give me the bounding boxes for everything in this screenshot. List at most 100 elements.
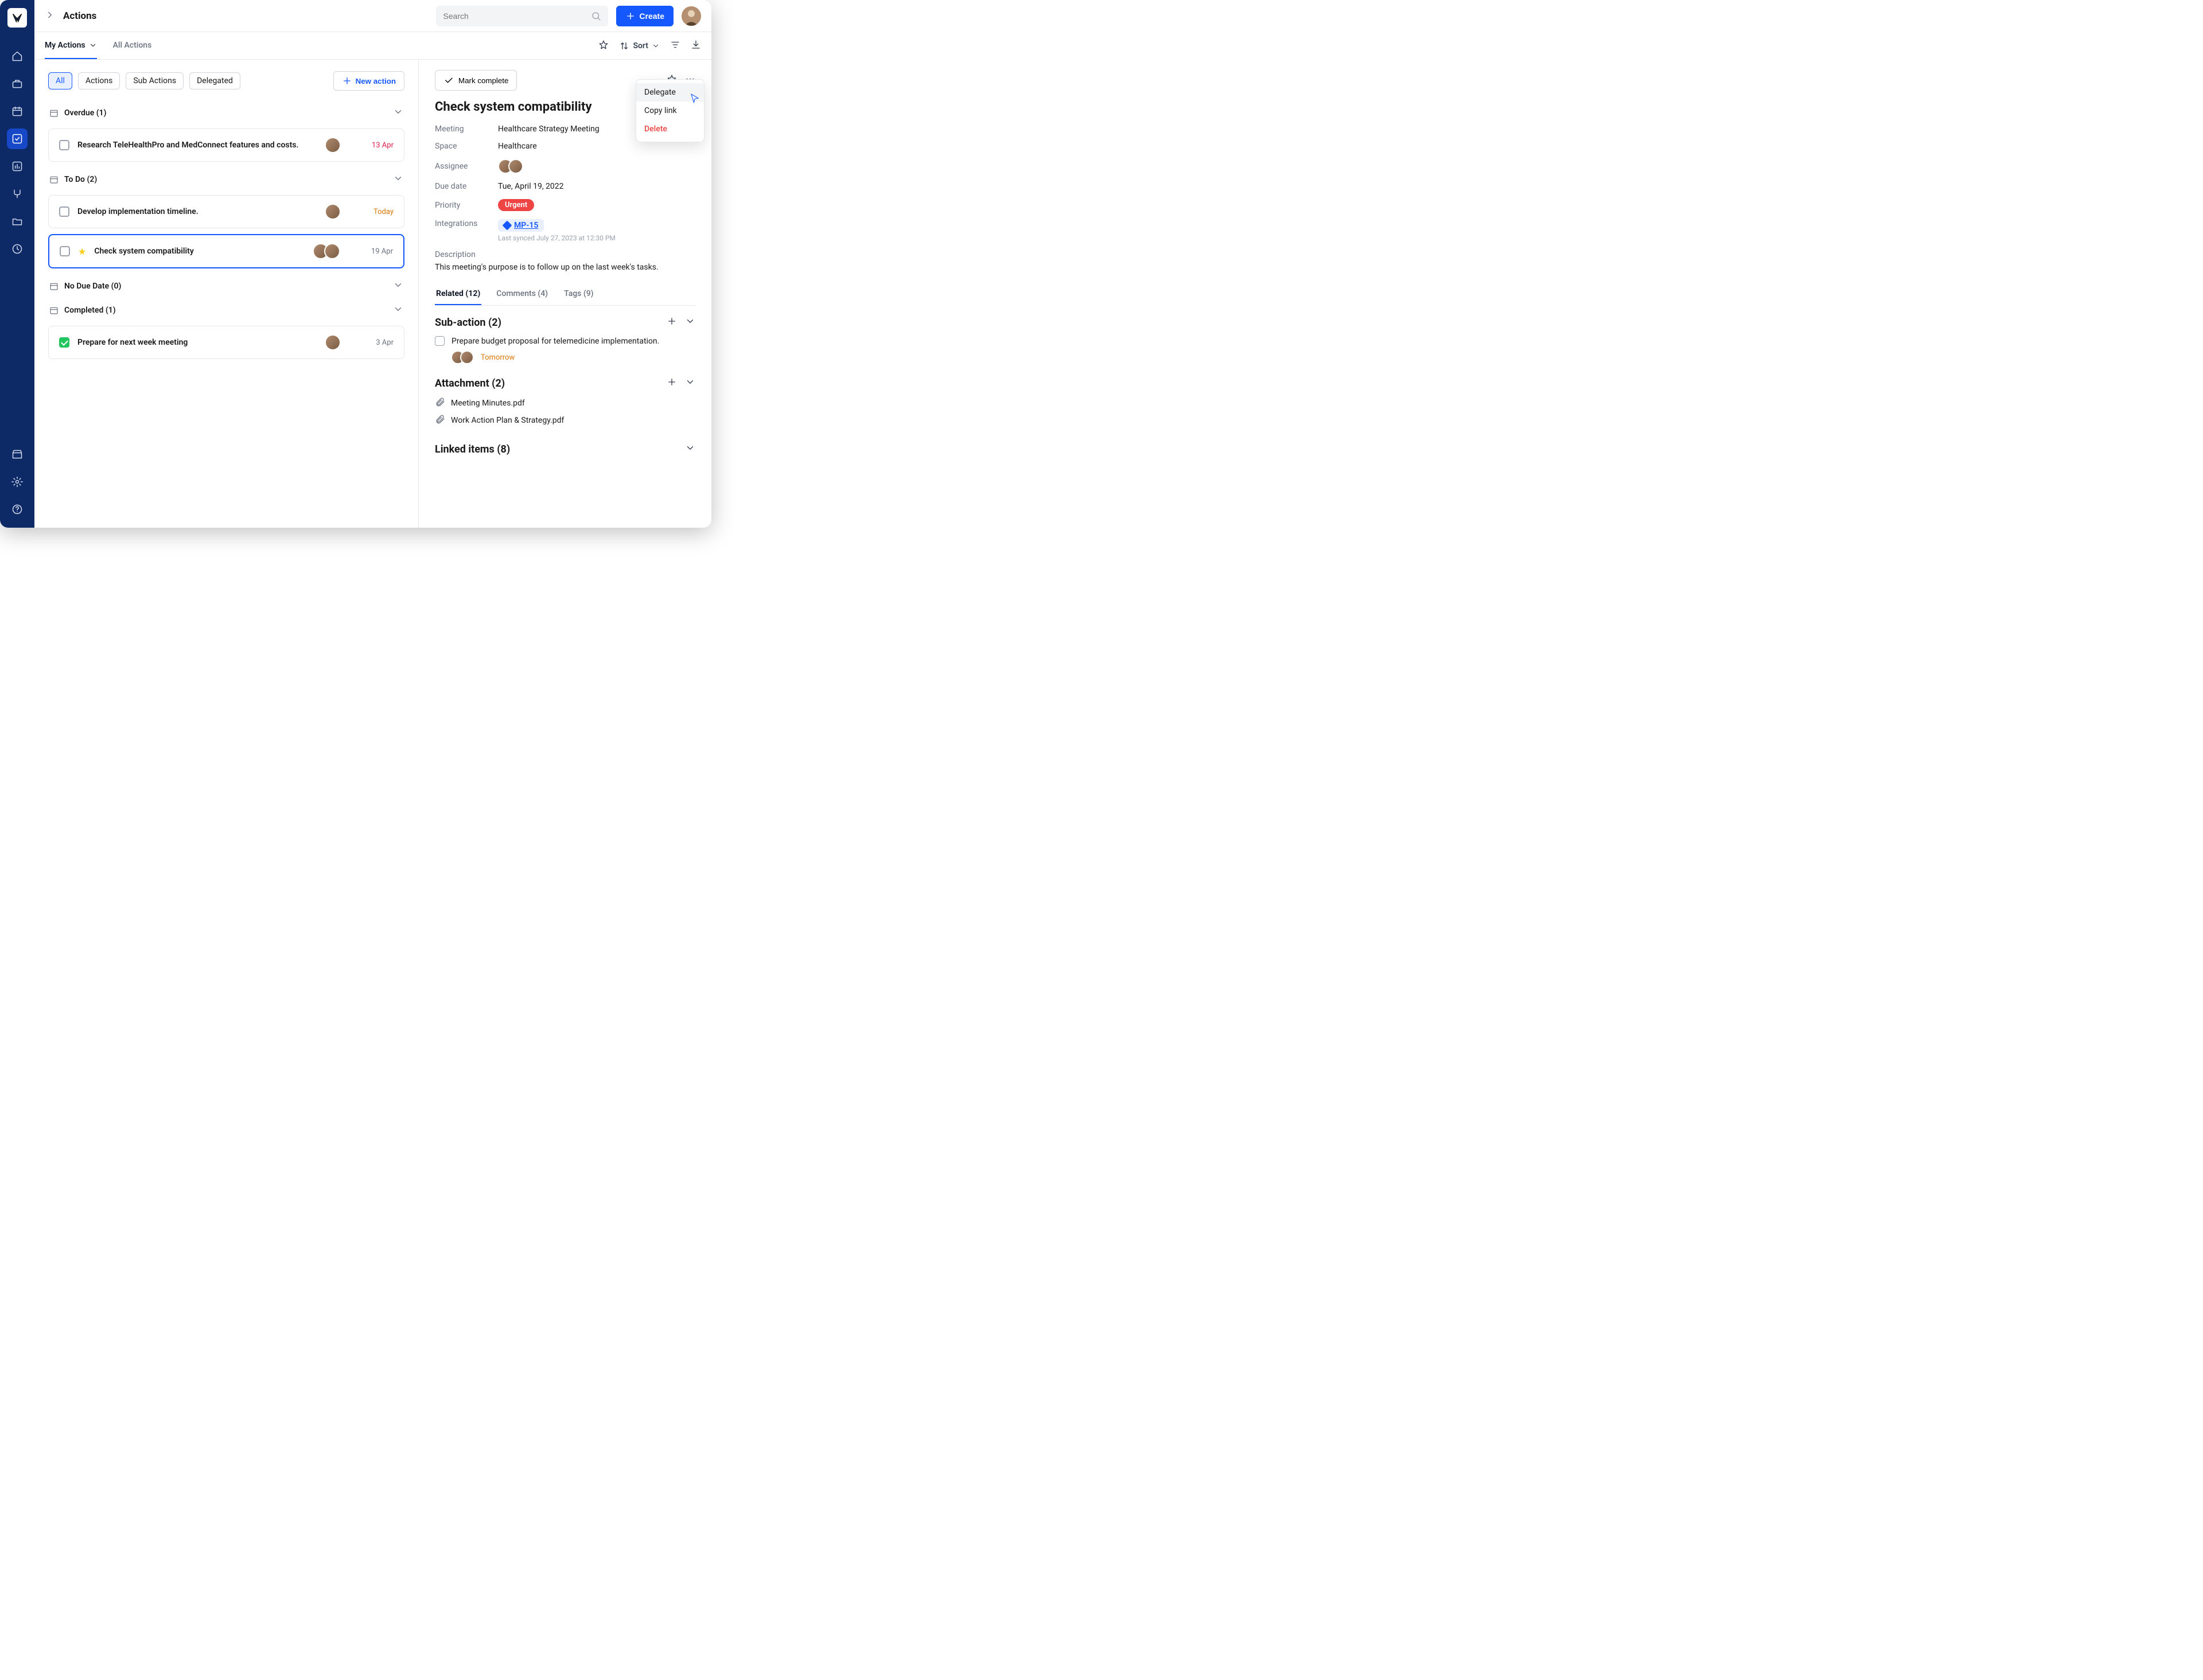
meta-label: Priority	[435, 201, 498, 210]
avatar	[325, 137, 341, 153]
mark-complete-button[interactable]: Mark complete	[435, 70, 517, 91]
meta-due-value: Tue, April 19, 2022	[498, 182, 564, 191]
context-menu: Delegate Copy link Delete	[636, 79, 705, 142]
filter-chips: All Actions Sub Actions Delegated New ac…	[48, 71, 404, 91]
attachment-header[interactable]: Attachment (2)	[435, 377, 695, 390]
chevron-down-icon[interactable]	[685, 316, 695, 329]
priority-badge: Urgent	[498, 199, 534, 211]
nav-home-icon[interactable]	[7, 46, 28, 67]
filter-sub-actions[interactable]: Sub Actions	[126, 72, 184, 89]
nav-calendar-icon[interactable]	[7, 101, 28, 122]
sort-button[interactable]: Sort	[619, 41, 660, 51]
breadcrumb-chevron-icon[interactable]	[45, 10, 55, 22]
section-todo[interactable]: To Do (2)	[48, 167, 404, 192]
mark-complete-label: Mark complete	[458, 76, 508, 85]
chevron-down-icon[interactable]	[685, 377, 695, 390]
avatar	[325, 334, 341, 350]
tab-related[interactable]: Related (12)	[435, 283, 481, 305]
subaction-date: Tomorrow	[481, 353, 515, 362]
section-no-due[interactable]: No Due Date (0)	[48, 274, 404, 298]
description-label: Description	[435, 250, 695, 259]
section-overdue[interactable]: Overdue (1)	[48, 101, 404, 125]
create-button[interactable]: Create	[616, 6, 674, 26]
task-row[interactable]: Research TeleHealthPro and MedConnect fe…	[48, 128, 404, 162]
download-icon[interactable]	[691, 40, 701, 52]
subaction-row[interactable]: Prepare budget proposal for telemedicine…	[435, 336, 695, 346]
tab-all-actions[interactable]: All Actions	[113, 32, 152, 59]
meta-space-value: Healthcare	[498, 142, 537, 151]
subtab-bar: My Actions All Actions Sort	[34, 32, 711, 60]
integration-icon	[503, 221, 512, 231]
chevron-down-icon[interactable]	[685, 443, 695, 456]
actions-list: All Actions Sub Actions Delegated New ac…	[34, 60, 419, 528]
search-input[interactable]	[443, 11, 591, 21]
task-due-date: 19 Apr	[359, 247, 393, 256]
filter-all[interactable]: All	[48, 72, 72, 89]
page-title: Actions	[63, 10, 96, 22]
meta-label: Assignee	[435, 162, 498, 171]
section-completed-label: Completed (1)	[64, 306, 116, 315]
filter-actions[interactable]: Actions	[78, 72, 120, 89]
integration-link[interactable]: MP-15	[498, 219, 544, 232]
star-toolbar-icon[interactable]	[598, 40, 609, 52]
chevron-down-icon	[89, 41, 97, 49]
task-checkbox[interactable]	[60, 246, 70, 256]
left-nav	[0, 0, 34, 528]
add-attachment-icon[interactable]	[667, 377, 677, 390]
linked-items-header[interactable]: Linked items (8)	[435, 443, 695, 456]
ctx-copy-link[interactable]: Copy link	[636, 102, 704, 120]
section-completed[interactable]: Completed (1)	[48, 298, 404, 322]
nav-help-icon[interactable]	[7, 499, 28, 520]
filter-icon[interactable]	[670, 40, 680, 52]
task-title: Research TeleHealthPro and MedConnect fe…	[77, 141, 298, 150]
sync-note: Last synced July 27, 2023 at 12:30 PM	[498, 234, 616, 242]
detail-panel: Mark complete Delegate Copy link Delete …	[419, 60, 711, 528]
task-checkbox-done[interactable]	[59, 337, 69, 348]
task-assignees	[325, 137, 341, 153]
tab-my-actions[interactable]: My Actions	[45, 32, 97, 59]
calendar-icon	[49, 108, 59, 118]
nav-settings-icon[interactable]	[7, 471, 28, 492]
avatar	[325, 204, 341, 220]
add-subaction-icon[interactable]	[667, 316, 677, 329]
tab-tags[interactable]: Tags (9)	[563, 283, 595, 305]
task-due-date: 13 Apr	[359, 141, 394, 150]
meta-label: Due date	[435, 182, 498, 191]
subaction-checkbox[interactable]	[435, 336, 445, 346]
avatar	[324, 243, 340, 259]
subaction-header[interactable]: Sub-action (2)	[435, 316, 695, 329]
tab-comments[interactable]: Comments (4)	[495, 283, 549, 305]
task-assignees	[325, 204, 341, 220]
new-action-button[interactable]: New action	[333, 71, 404, 91]
detail-tabs: Related (12) Comments (4) Tags (9)	[435, 283, 695, 306]
task-row[interactable]: Develop implementation timeline. Today	[48, 195, 404, 228]
task-checkbox[interactable]	[59, 140, 69, 150]
calendar-icon	[49, 306, 59, 315]
subaction-title: Prepare budget proposal for telemedicine…	[452, 337, 659, 346]
attachment-row[interactable]: Work Action Plan & Strategy.pdf	[435, 414, 695, 427]
meta-label: Integrations	[435, 219, 498, 228]
calendar-icon	[49, 175, 59, 184]
chevron-down-icon	[393, 173, 403, 186]
task-row-selected[interactable]: ★ Check system compatibility 19 Apr	[48, 234, 404, 268]
star-icon[interactable]: ★	[78, 246, 86, 257]
nav-store-icon[interactable]	[7, 444, 28, 465]
cursor-icon	[690, 93, 700, 103]
ctx-delete[interactable]: Delete	[636, 120, 704, 138]
nav-analytics-icon[interactable]	[7, 156, 28, 177]
app-logo[interactable]	[7, 8, 27, 28]
nav-briefcase-icon[interactable]	[7, 73, 28, 94]
nav-tasks-icon[interactable]	[7, 128, 28, 149]
user-avatar[interactable]	[682, 6, 701, 26]
subaction-header-label: Sub-action (2)	[435, 317, 501, 329]
avatar[interactable]	[508, 159, 523, 174]
task-checkbox[interactable]	[59, 206, 69, 217]
search-field[interactable]	[436, 6, 608, 26]
attachment-row[interactable]: Meeting Minutes.pdf	[435, 397, 695, 410]
nav-folder-icon[interactable]	[7, 211, 28, 232]
nav-time-icon[interactable]	[7, 239, 28, 259]
filter-delegated[interactable]: Delegated	[189, 72, 240, 89]
task-row[interactable]: Prepare for next week meeting 3 Apr	[48, 326, 404, 359]
nav-branch-icon[interactable]	[7, 184, 28, 204]
task-title: Check system compatibility	[94, 247, 193, 256]
